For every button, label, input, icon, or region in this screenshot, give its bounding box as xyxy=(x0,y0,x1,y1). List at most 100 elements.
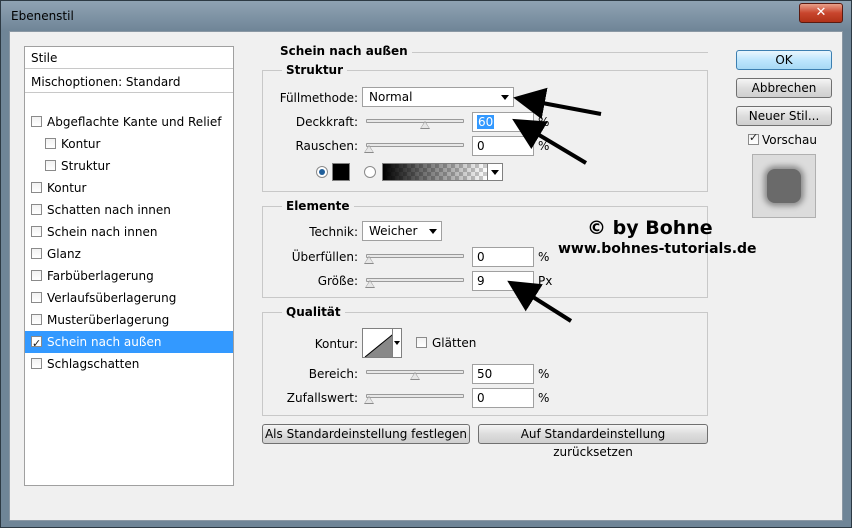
style-list-item[interactable]: Farbüberlagerung xyxy=(25,265,233,287)
style-list-item[interactable]: Kontur xyxy=(25,177,233,199)
gradient-radio[interactable] xyxy=(364,166,376,178)
style-list-item[interactable]: Verlaufsüberlagerung xyxy=(25,287,233,309)
antialias-checkbox[interactable] xyxy=(416,337,427,348)
spread-input[interactable]: 0 xyxy=(472,247,534,267)
size-slider[interactable] xyxy=(365,278,464,288)
size-label: Größe: xyxy=(317,274,358,288)
style-checkbox[interactable] xyxy=(31,333,42,355)
jitter-input[interactable]: 0 xyxy=(472,388,534,408)
style-list-item[interactable]: Schlagschatten xyxy=(25,353,233,375)
title-divider xyxy=(396,52,708,53)
reset-default-button[interactable]: Auf Standardeinstellung zurücksetzen xyxy=(478,424,708,459)
gradient-dropdown[interactable] xyxy=(487,163,503,181)
spread-label: Überfüllen: xyxy=(291,250,358,264)
chevron-down-icon xyxy=(491,170,499,175)
style-list-label: Abgeflachte Kante und Relief xyxy=(47,115,222,129)
noise-slider-thumb[interactable] xyxy=(364,145,374,153)
structure-title: Struktur xyxy=(282,63,348,77)
preview-label: Vorschau xyxy=(762,133,817,147)
style-checkbox[interactable] xyxy=(31,226,42,237)
style-list-label: Verlaufsüberlagerung xyxy=(47,291,177,305)
cancel-button[interactable]: Abbrechen xyxy=(736,78,832,98)
size-input[interactable]: 9 xyxy=(472,271,534,291)
antialias-label: Glätten xyxy=(432,336,477,350)
technique-select[interactable]: Weicher xyxy=(362,221,442,241)
window-title: Ebenenstil xyxy=(11,9,74,23)
range-input[interactable]: 50 xyxy=(472,364,534,384)
style-list-item[interactable]: Struktur xyxy=(25,155,233,177)
size-slider-thumb[interactable] xyxy=(365,280,376,288)
opacity-input[interactable]: 60 xyxy=(472,112,534,132)
range-slider[interactable] xyxy=(366,370,464,380)
noise-input[interactable]: 0 xyxy=(472,136,534,156)
style-list-item[interactable]: Abgeflachte Kante und Relief xyxy=(25,111,233,133)
jitter-slider-thumb[interactable] xyxy=(364,396,374,404)
panel-title: Schein nach außen xyxy=(276,44,412,58)
style-list-item[interactable]: Schatten nach innen xyxy=(25,199,233,221)
dialog-client: Stile Mischoptionen: Standard Abgeflacht… xyxy=(9,31,843,521)
contour-dropdown[interactable] xyxy=(392,328,402,358)
style-list-label: Schein nach außen xyxy=(47,335,162,349)
style-list-item[interactable]: Glanz xyxy=(25,243,233,265)
style-list-label: Schein nach innen xyxy=(47,225,158,239)
dialog-window: Ebenenstil ✕ Stile Mischoptionen: Standa… xyxy=(0,0,852,528)
opacity-unit: % xyxy=(538,115,550,129)
style-list-item[interactable]: Schein nach außen xyxy=(25,331,233,355)
preview-swatch xyxy=(767,169,801,203)
style-checkbox[interactable] xyxy=(31,248,42,259)
ok-button[interactable]: OK xyxy=(736,50,832,70)
opacity-label: Deckkraft: xyxy=(295,115,358,129)
style-list-item[interactable]: Musterüberlagerung xyxy=(25,309,233,331)
style-list-label: Farbüberlagerung xyxy=(47,269,154,283)
range-label: Bereich: xyxy=(308,367,358,381)
style-checkbox[interactable] xyxy=(31,116,42,127)
style-list-label: Kontur xyxy=(61,137,101,151)
technique-label: Technik: xyxy=(309,225,358,239)
spread-slider[interactable] xyxy=(364,254,464,264)
make-default-button[interactable]: Als Standardeinstellung festlegen xyxy=(262,424,470,444)
style-checkbox[interactable] xyxy=(45,160,56,171)
opacity-slider[interactable] xyxy=(366,119,464,129)
noise-label: Rauschen: xyxy=(295,139,358,153)
style-checkbox[interactable] xyxy=(31,314,42,325)
style-checkbox[interactable] xyxy=(45,138,56,149)
blendmode-label: Füllmethode: xyxy=(279,91,358,105)
watermark-url: www.bohnes-tutorials.de xyxy=(558,241,757,257)
spread-slider-thumb[interactable] xyxy=(364,256,374,264)
style-list-item[interactable]: Schein nach innen xyxy=(25,221,233,243)
contour-label: Kontur: xyxy=(314,337,358,351)
title-bar[interactable]: Ebenenstil ✕ xyxy=(1,1,851,29)
style-list-label: Musterüberlagerung xyxy=(47,313,170,327)
opacity-value: 60 xyxy=(477,115,495,129)
blendmode-select[interactable]: Normal xyxy=(362,87,514,107)
style-checkbox[interactable] xyxy=(31,204,42,215)
jitter-slider[interactable] xyxy=(364,394,464,404)
noise-unit: % xyxy=(538,139,550,153)
close-icon: ✕ xyxy=(815,5,827,20)
range-slider-thumb[interactable] xyxy=(410,372,420,380)
blending-options-item[interactable]: Mischoptionen: Standard xyxy=(25,71,233,93)
opacity-slider-thumb[interactable] xyxy=(419,121,430,129)
chevron-down-icon xyxy=(429,229,437,234)
chevron-down-icon xyxy=(394,341,400,345)
style-checkbox[interactable] xyxy=(31,270,42,281)
glow-gradient-swatch[interactable] xyxy=(382,163,488,181)
style-checkbox[interactable] xyxy=(31,358,42,369)
style-list: Stile Mischoptionen: Standard Abgeflacht… xyxy=(24,46,234,486)
style-checkbox[interactable] xyxy=(31,292,42,303)
noise-slider[interactable] xyxy=(364,143,464,153)
new-style-button[interactable]: Neuer Stil... xyxy=(736,106,832,126)
style-list-label: Schatten nach innen xyxy=(47,203,171,217)
preview-checkbox[interactable] xyxy=(748,131,759,145)
style-list-label: Struktur xyxy=(61,159,111,173)
style-list-item[interactable]: Kontur xyxy=(25,133,233,155)
color-radio[interactable] xyxy=(316,166,328,178)
style-list-header[interactable]: Stile xyxy=(25,47,233,69)
style-checkbox[interactable] xyxy=(31,182,42,193)
style-preview xyxy=(752,154,816,218)
style-list-label: Kontur xyxy=(47,181,87,195)
glow-color-swatch[interactable] xyxy=(332,163,350,181)
style-list-label: Glanz xyxy=(47,247,81,261)
close-button[interactable]: ✕ xyxy=(799,3,843,23)
watermark-copyright: © by Bohne xyxy=(587,217,713,239)
